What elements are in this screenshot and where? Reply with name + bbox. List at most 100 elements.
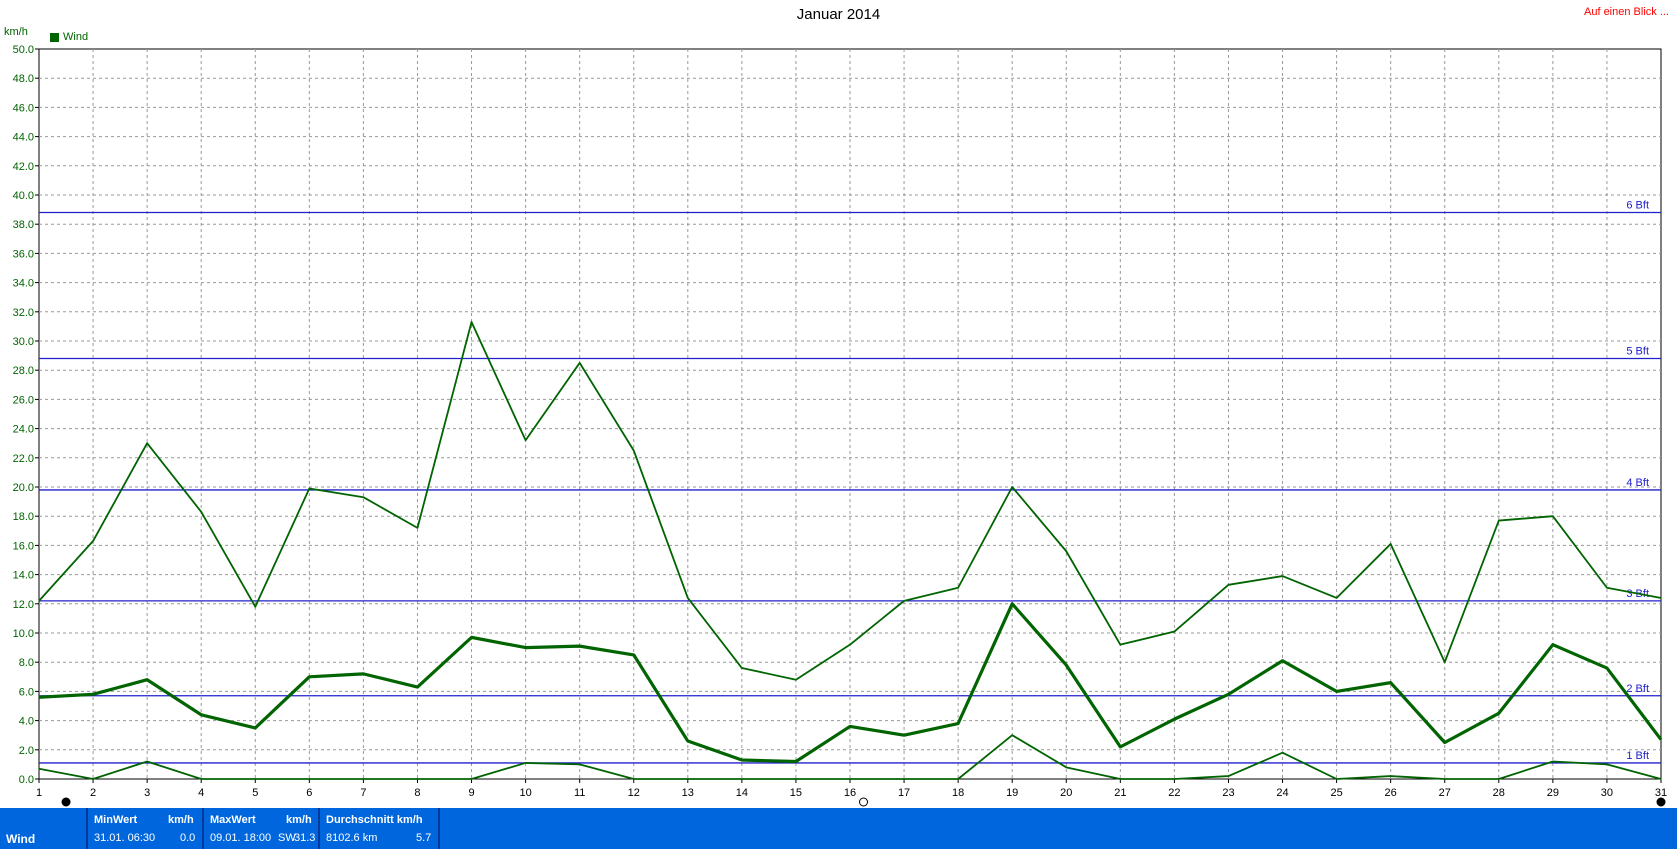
data-point-min (92, 778, 94, 780)
chart-area: 0.0 2.0 4.0 6.0 8.0 10.0 12.0 14.0 16.0 18.0 20.0 2… (13, 44, 1667, 807)
avg-header: Durchschnitt km/h (326, 814, 423, 826)
data-point-average (254, 727, 256, 729)
beaufort-label: 6 Bft (1626, 200, 1649, 212)
y-tick-label: 24.0 (13, 424, 34, 436)
y-tick-label: 6.0 (19, 686, 34, 698)
y-tick-label: 2.0 (19, 745, 34, 757)
avg-cell: Durchschnitt km/h 8102.6 km 5.7 (320, 808, 440, 849)
data-point-max (687, 597, 689, 599)
data-point-max (1173, 630, 1175, 633)
data-point-min (1444, 778, 1446, 780)
stats-label-cell (0, 808, 88, 849)
data-point-min (254, 778, 256, 780)
y-tick-label: 50.0 (13, 44, 34, 56)
data-point-max (92, 540, 94, 542)
data-point-max (1119, 644, 1121, 646)
data-point-average (1011, 603, 1013, 605)
x-tick-label: 6 (306, 787, 312, 799)
data-point-min (1227, 775, 1230, 777)
avg-distance: 8102.6 km (326, 832, 378, 844)
min-cell: MinWert km/h 31.01. 06:30 0.0 (88, 808, 204, 849)
data-point-max (849, 644, 851, 646)
moon-phase-icon (61, 797, 71, 807)
legend-label: Wind (63, 31, 89, 43)
data-point-average (1444, 741, 1446, 744)
data-point-max (1336, 597, 1338, 599)
y-tick-label: 20.0 (13, 482, 34, 494)
data-point-average (687, 740, 689, 742)
beaufort-label: 5 Bft (1626, 346, 1649, 358)
y-tick-label: 40.0 (13, 190, 34, 202)
data-point-average (470, 636, 473, 638)
data-point-min (1281, 752, 1284, 754)
x-tick-label: 23 (1222, 787, 1234, 799)
data-point-min (146, 760, 148, 763)
data-point-max (1552, 515, 1554, 517)
data-point-average (849, 725, 851, 728)
data-point-max (1065, 550, 1067, 552)
data-point-min (849, 778, 851, 780)
x-tick-label: 24 (1276, 787, 1288, 799)
y-tick-label: 0.0 (19, 774, 34, 786)
min-unit: km/h (168, 814, 194, 826)
data-point-max (200, 511, 202, 513)
x-tick-label: 20 (1060, 787, 1072, 799)
data-point-max (470, 321, 473, 323)
data-point-min (38, 768, 40, 770)
legend: Wind (50, 31, 88, 43)
data-point-average (1498, 712, 1500, 714)
x-tick-label: 2 (90, 787, 96, 799)
data-point-average (92, 693, 94, 695)
data-point-max (1444, 661, 1446, 663)
data-point-average (146, 679, 148, 681)
y-tick-label: 46.0 (13, 102, 34, 114)
data-point-min (1498, 778, 1500, 780)
moon-phase-icon (859, 797, 869, 807)
stats-footer: Wind MinWert km/h 31.01. 06:30 0.0 MaxWe… (0, 808, 1677, 849)
data-point-min (1606, 763, 1608, 766)
x-tick-label: 4 (198, 787, 204, 799)
max-header: MaxWert (210, 814, 256, 826)
data-point-max (308, 487, 310, 490)
data-point-average (1281, 660, 1284, 662)
data-point-min (1065, 766, 1067, 768)
data-point-max (1281, 575, 1284, 577)
data-point-average (308, 676, 310, 678)
x-tick-label: 1 (36, 787, 42, 799)
avg-value: 5.7 (416, 832, 432, 844)
data-point-max (254, 606, 256, 608)
data-point-max (362, 496, 364, 498)
x-tick-label: 30 (1601, 787, 1613, 799)
data-point-average (957, 722, 959, 725)
max-value: 31.3 (294, 832, 316, 844)
x-tick-label: 10 (519, 787, 531, 799)
x-tick-label: 17 (898, 787, 910, 799)
overview-link[interactable]: Auf einen Blick ... (1584, 6, 1669, 18)
data-point-min (1390, 775, 1392, 777)
x-tick-label: 14 (736, 787, 748, 799)
beaufort-label: 2 Bft (1626, 683, 1649, 695)
data-point-max (146, 442, 148, 444)
y-tick-label: 18.0 (13, 511, 34, 523)
moon-phase-icon (1656, 797, 1666, 807)
data-point-min (1173, 778, 1175, 780)
data-point-min (200, 778, 202, 780)
y-tick-label: 34.0 (13, 278, 34, 290)
x-tick-label: 13 (682, 787, 694, 799)
x-tick-label: 15 (790, 787, 802, 799)
y-tick-label: 4.0 (19, 716, 34, 728)
y-tick-label: 8.0 (19, 657, 34, 669)
data-point-min (579, 763, 581, 766)
x-tick-label: 19 (1006, 787, 1018, 799)
beaufort-label: 4 Bft (1626, 477, 1649, 489)
y-tick-label: 16.0 (13, 540, 34, 552)
data-point-max (957, 587, 959, 589)
data-point-max (1227, 584, 1230, 586)
data-point-max (741, 667, 743, 669)
data-point-min (1552, 760, 1554, 763)
data-point-average (1552, 644, 1554, 646)
data-point-max (416, 527, 419, 529)
x-tick-label: 16 (844, 787, 856, 799)
x-tick-label: 18 (952, 787, 964, 799)
x-tick-label: 5 (252, 787, 258, 799)
